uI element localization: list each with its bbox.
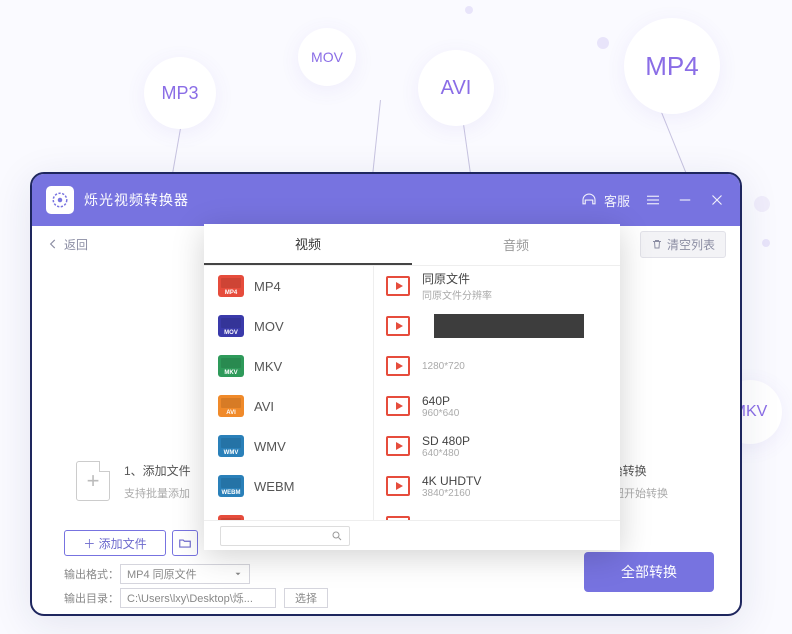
bubble-avi: AVI <box>418 50 494 126</box>
resolution-item[interactable]: 4K UHDTV3840*2160 <box>374 466 620 506</box>
bubble-mp4: MP4 <box>624 18 720 114</box>
format-item-mkv[interactable]: MKVMKV <box>204 346 373 386</box>
app-title: 烁光视频转换器 <box>84 190 566 210</box>
format-item-mp4[interactable]: MP4MP4 <box>204 266 373 306</box>
video-icon <box>386 356 410 376</box>
title-bar: 烁光视频转换器 客服 <box>32 174 740 226</box>
tab-video[interactable]: 视频 <box>204 224 412 265</box>
minimize-icon[interactable] <box>676 191 694 209</box>
browse-button[interactable]: 选择 <box>284 588 328 608</box>
video-icon <box>386 476 410 496</box>
resolution-item[interactable]: SD 480P640*480 <box>374 426 620 466</box>
search-icon <box>331 530 343 542</box>
format-popup: 视频 音频 MP4MP4MOVMOVMKVMKVAVIAVIWMVWMVWEBM… <box>204 224 620 550</box>
format-item-mov[interactable]: MOVMOV <box>204 306 373 346</box>
menu-icon[interactable] <box>644 191 662 209</box>
video-icon <box>386 396 410 416</box>
output-dir-row: 输出目录： C:\Users\lxy\Desktop\烁... 选择 <box>64 588 328 608</box>
clear-list-button[interactable]: 清空列表 <box>640 231 726 258</box>
bubble-mov: MOV <box>298 28 356 86</box>
video-icon <box>386 436 410 456</box>
convert-all-button[interactable]: 全部转换 <box>584 552 714 592</box>
format-item-webm[interactable]: WEBMWEBM <box>204 466 373 506</box>
output-dir-field[interactable]: C:\Users\lxy\Desktop\烁... <box>120 588 276 608</box>
format-search-input[interactable] <box>220 526 350 546</box>
close-icon[interactable] <box>708 191 726 209</box>
output-format-select[interactable]: MP4 同原文件 <box>120 564 250 584</box>
format-item-avi[interactable]: AVIAVI <box>204 386 373 426</box>
resolution-item[interactable] <box>374 306 620 346</box>
video-icon <box>386 316 410 336</box>
tab-audio[interactable]: 音频 <box>412 224 620 265</box>
resolution-list: 同原文件同原文件分辨率 1280*720640P960*640SD 480P640… <box>374 266 620 520</box>
resolution-item[interactable]: 1280*720 <box>374 346 620 386</box>
app-logo-icon <box>46 186 74 214</box>
format-item-wmv[interactable]: WMVWMV <box>204 426 373 466</box>
file-plus-icon[interactable]: + <box>76 461 110 501</box>
app-window: 烁光视频转换器 客服 返回 清空列表 + 1、添加文件支持批量添加 3、开始转换… <box>30 172 742 616</box>
support-button[interactable]: 客服 <box>580 191 630 210</box>
video-icon <box>386 276 410 296</box>
resolution-item[interactable]: 4K Full Aperture <box>374 506 620 520</box>
bubble-mp3: MP3 <box>144 57 216 129</box>
resolution-item[interactable]: 640P960*640 <box>374 386 620 426</box>
add-folder-button[interactable] <box>172 530 198 556</box>
format-list: MP4MP4MOVMOVMKVMKVAVIAVIWMVWMVWEBMWEBMFL… <box>204 266 374 520</box>
step1-label: 1、添加文件支持批量添加 <box>124 462 191 501</box>
resolution-item[interactable]: 同原文件同原文件分辨率 <box>374 266 620 306</box>
add-file-button[interactable]: ＋ 添加文件 <box>64 530 166 556</box>
format-item-flv[interactable]: FLVFLV <box>204 506 373 520</box>
output-format-row: 输出格式： MP4 同原文件 <box>64 564 250 584</box>
back-button[interactable]: 返回 <box>46 236 88 253</box>
